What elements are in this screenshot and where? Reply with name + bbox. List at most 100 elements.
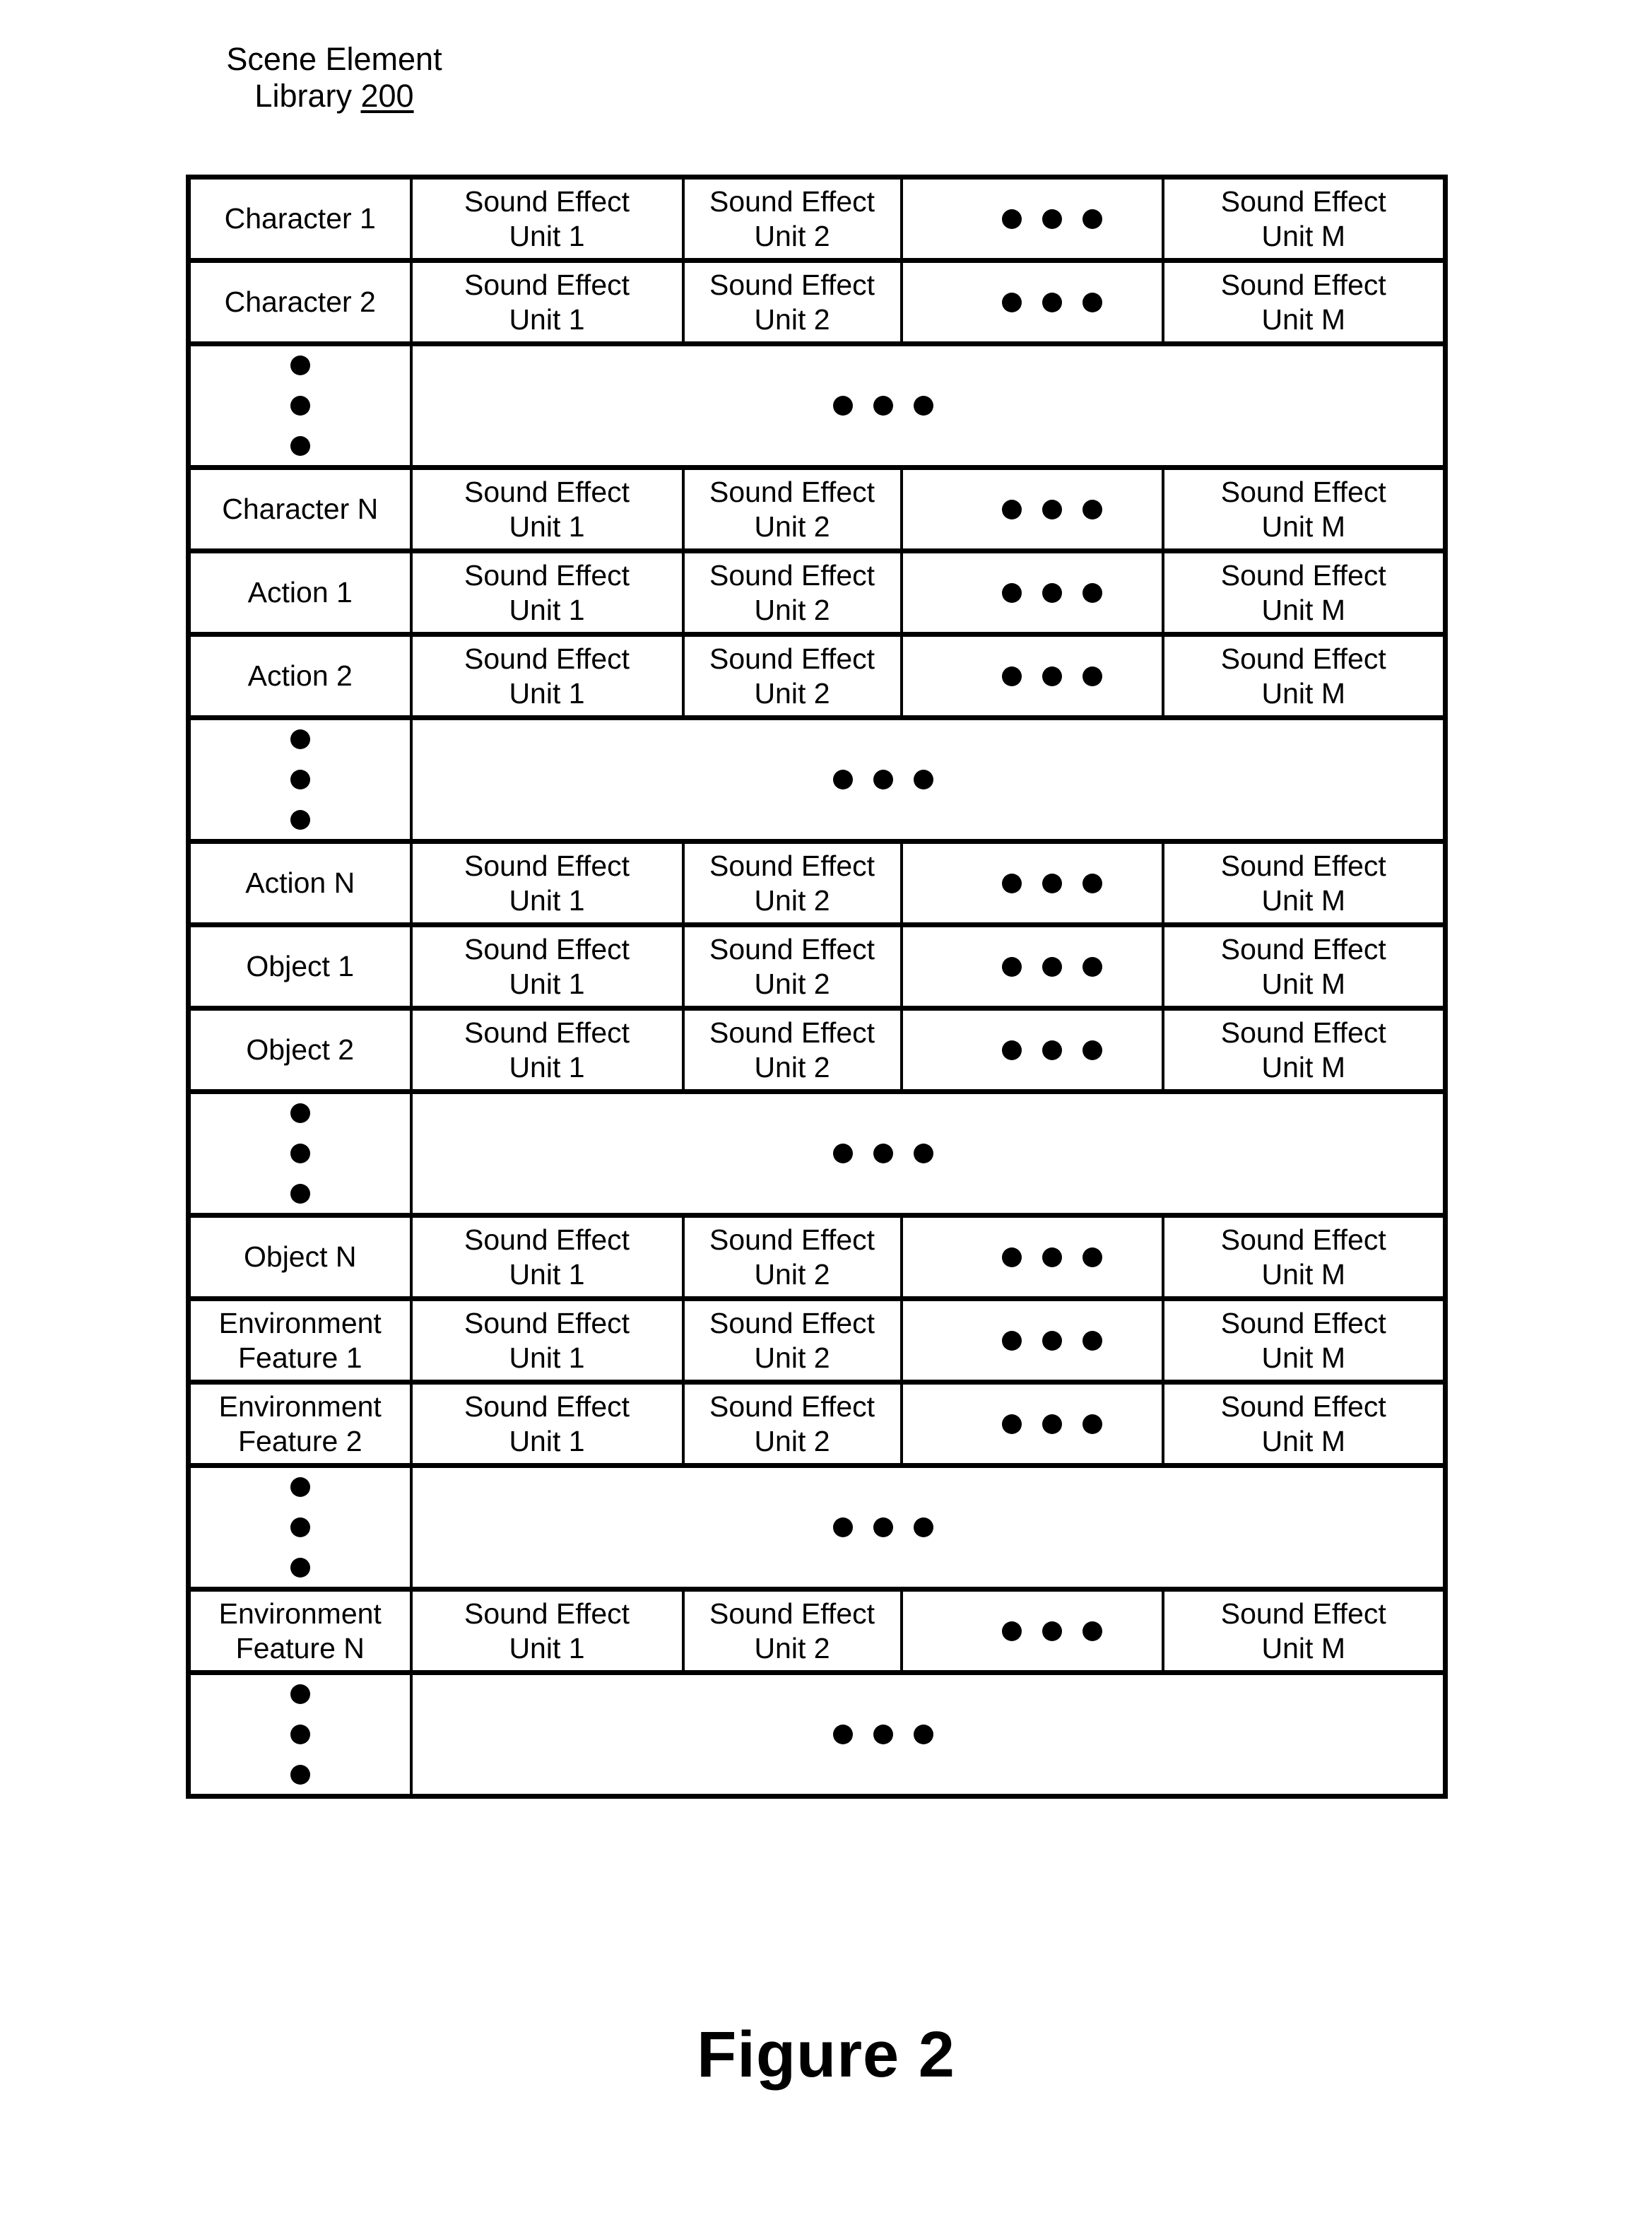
more-units-ellipsis-cell [899,1006,1163,1092]
dot-icon [1082,499,1102,519]
sound-effect-unit-1-label: Sound Effect Unit 1 [464,559,630,626]
dot-icon [1082,1414,1102,1434]
table-row: Action N Sound Effect Unit 1 Sound Effect … [188,839,1446,925]
horizontal-ellipsis-dots [926,1414,1179,1434]
dot-icon [1042,1247,1062,1267]
more-units-ellipsis-cell [899,1380,1163,1466]
sound-effect-unit-2-cell: Sound Effect Unit 2 [681,1380,902,1466]
dot-icon [290,729,310,749]
dot-icon [1042,1621,1062,1641]
sound-effect-unit-m-cell: Sound Effect Unit M [1161,465,1446,551]
table-row: Environment Feature 2 Sound Effect Unit 1… [188,1380,1446,1466]
dot-icon [1042,1040,1062,1060]
dot-icon [1042,1414,1062,1434]
more-rows-ellipsis-cell [409,341,1446,468]
table-ellipsis-row [188,341,1446,468]
dot-icon [1082,1247,1102,1267]
horizontal-ellipsis-dots [926,209,1179,229]
dot-icon [290,1517,310,1537]
dot-icon [290,1477,310,1497]
sound-effect-unit-2-cell: Sound Effect Unit 2 [681,632,902,718]
table-row: Action 2 Sound Effect Unit 1 Sound Effect … [188,632,1446,718]
dot-icon [290,436,310,456]
sound-effect-unit-2-label: Sound Effect Unit 2 [709,1597,875,1664]
scene-element-label-cell: Action 1 [188,548,411,635]
table-row: Character 2 Sound Effect Unit 1 Sound Effe… [188,258,1446,344]
dot-icon [1082,292,1102,312]
dot-icon [290,356,310,375]
scene-element-label-cell: Object 2 [188,1006,411,1092]
dot-icon [873,1725,893,1744]
dot-icon [1042,1330,1062,1351]
sound-effect-unit-1-label: Sound Effect Unit 1 [464,185,630,252]
scene-element-label: Environment Feature 1 [218,1307,382,1374]
sound-effect-unit-1-label: Sound Effect Unit 1 [464,1307,630,1374]
sound-effect-unit-m-label: Sound Effect Unit M [1220,1390,1386,1457]
sound-effect-unit-m-cell: Sound Effect Unit M [1161,548,1446,635]
scene-element-label-cell: Environment Feature 1 [188,1296,411,1382]
dot-icon [1001,292,1022,312]
sound-effect-unit-1-cell: Sound Effect Unit 1 [409,839,683,925]
scene-element-label-cell: Object N [188,1213,411,1299]
sound-effect-unit-2-label: Sound Effect Unit 2 [709,1307,875,1374]
sound-effect-unit-2-label: Sound Effect Unit 2 [709,476,875,543]
more-rows-ellipsis-cell [409,715,1446,842]
more-units-ellipsis-cell [899,258,1163,344]
sound-effect-unit-1-label: Sound Effect Unit 1 [464,269,630,336]
dot-icon [832,770,853,789]
sound-effect-unit-m-label: Sound Effect Unit M [1220,185,1386,252]
sound-effect-unit-m-label: Sound Effect Unit M [1220,476,1386,543]
sound-effect-unit-1-label: Sound Effect Unit 1 [464,850,630,917]
dot-icon [832,1725,853,1744]
scene-element-label-cell: Action N [188,839,411,925]
sound-effect-unit-2-label: Sound Effect Unit 2 [709,1016,875,1083]
scene-element-label: Object N [244,1240,357,1274]
sound-effect-unit-1-cell: Sound Effect Unit 1 [409,548,683,635]
more-units-ellipsis-cell [899,465,1163,551]
table-ellipsis-row [188,1089,1446,1216]
dot-icon [1001,1247,1022,1267]
table-row: Object N Sound Effect Unit 1 Sound Effect … [188,1213,1446,1299]
more-units-ellipsis-cell [899,177,1163,261]
dot-icon [290,1103,310,1123]
sound-effect-unit-1-cell: Sound Effect Unit 1 [409,1213,683,1299]
dot-icon [290,810,310,830]
table-row: Environment Feature N Sound Effect Unit 1… [188,1587,1446,1673]
dot-icon [1042,666,1062,686]
dot-icon [913,1144,933,1163]
dot-icon [1001,1330,1022,1351]
dot-icon [1042,499,1062,519]
scene-element-label: Action N [245,867,355,900]
horizontal-ellipsis-dots [926,666,1179,686]
dot-icon [1001,1621,1022,1641]
dot-icon [1001,582,1022,603]
sound-effect-unit-2-cell: Sound Effect Unit 2 [681,258,902,344]
horizontal-ellipsis-dots [926,499,1179,519]
sound-effect-unit-m-label: Sound Effect Unit M [1220,1307,1386,1374]
sound-effect-unit-1-label: Sound Effect Unit 1 [464,1597,630,1664]
sound-effect-unit-2-cell: Sound Effect Unit 2 [681,1296,902,1382]
table-ellipsis-row [188,715,1446,842]
dot-icon [1042,209,1062,229]
horizontal-ellipsis-dots [926,1621,1179,1641]
table-row: Character N Sound Effect Unit 1 Sound Effe… [188,465,1446,551]
table-row: Action 1 Sound Effect Unit 1 Sound Effect … [188,548,1446,635]
dot-icon [1001,666,1022,686]
sound-effect-unit-1-cell: Sound Effect Unit 1 [409,177,683,261]
dot-icon [290,1144,310,1163]
dot-icon [290,396,310,416]
sound-effect-unit-1-label: Sound Effect Unit 1 [464,642,630,710]
dot-icon [913,1725,933,1744]
dot-icon [1001,956,1022,977]
sound-effect-unit-m-cell: Sound Effect Unit M [1161,258,1446,344]
sound-effect-unit-m-cell: Sound Effect Unit M [1161,1006,1446,1092]
sound-effect-unit-m-cell: Sound Effect Unit M [1161,1587,1446,1673]
dot-icon [873,770,893,789]
sound-effect-unit-2-cell: Sound Effect Unit 2 [681,839,902,925]
scene-element-label-cell: Environment Feature N [188,1587,411,1673]
dot-icon [1001,209,1022,229]
sound-effect-unit-2-cell: Sound Effect Unit 2 [681,548,902,635]
figure-title: Scene Element Library 200 [186,41,483,114]
sound-effect-unit-2-label: Sound Effect Unit 2 [709,269,875,336]
horizontal-ellipsis-dots [371,1725,1396,1744]
